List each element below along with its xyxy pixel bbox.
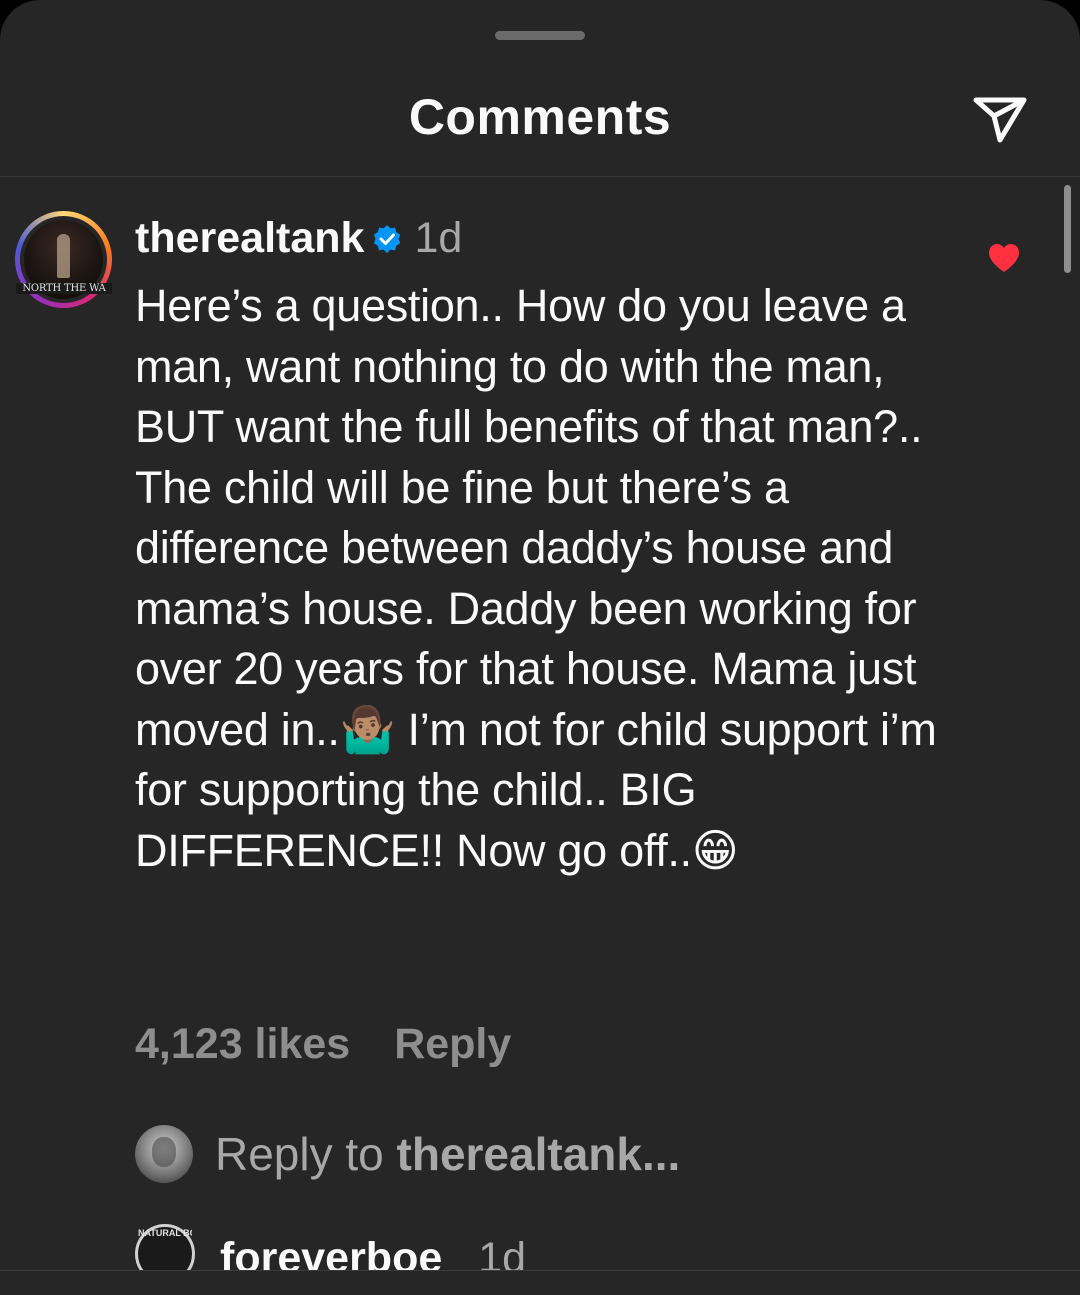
reply-button[interactable]: Reply <box>394 1020 511 1069</box>
reply-placeholder-username: therealtank... <box>396 1128 681 1180</box>
comment-header: therealtank 1d <box>135 212 462 264</box>
current-user-avatar <box>135 1125 193 1183</box>
heart-icon[interactable] <box>987 242 1021 274</box>
bottom-edge <box>0 1270 1080 1295</box>
comments-sheet: Comments NORTH THE WA therealtank 1d Her… <box>0 0 1080 1295</box>
reply-input[interactable]: Reply to therealtank... <box>135 1125 680 1183</box>
comment-username[interactable]: therealtank <box>135 214 364 263</box>
paper-plane-icon[interactable] <box>970 94 1030 146</box>
verified-badge-icon <box>374 224 401 254</box>
next-avatar-caption: NATURAL BORN <box>138 1228 192 1238</box>
page-title: Comments <box>408 89 672 145</box>
reply-placeholder-prefix: Reply to <box>215 1128 397 1180</box>
header-divider <box>0 176 1080 177</box>
reply-placeholder: Reply to therealtank... <box>215 1127 680 1181</box>
sheet-drag-handle[interactable] <box>495 31 585 40</box>
comment-actions: 4,123 likes Reply <box>135 1020 511 1069</box>
scrollbar[interactable] <box>1064 185 1071 273</box>
comment-body: Here’s a question.. How do you leave a m… <box>135 280 937 876</box>
likes-count[interactable]: 4,123 likes <box>135 1020 350 1069</box>
avatar-caption: NORTH THE WA <box>16 283 112 294</box>
comment-time: 1d <box>414 213 463 262</box>
